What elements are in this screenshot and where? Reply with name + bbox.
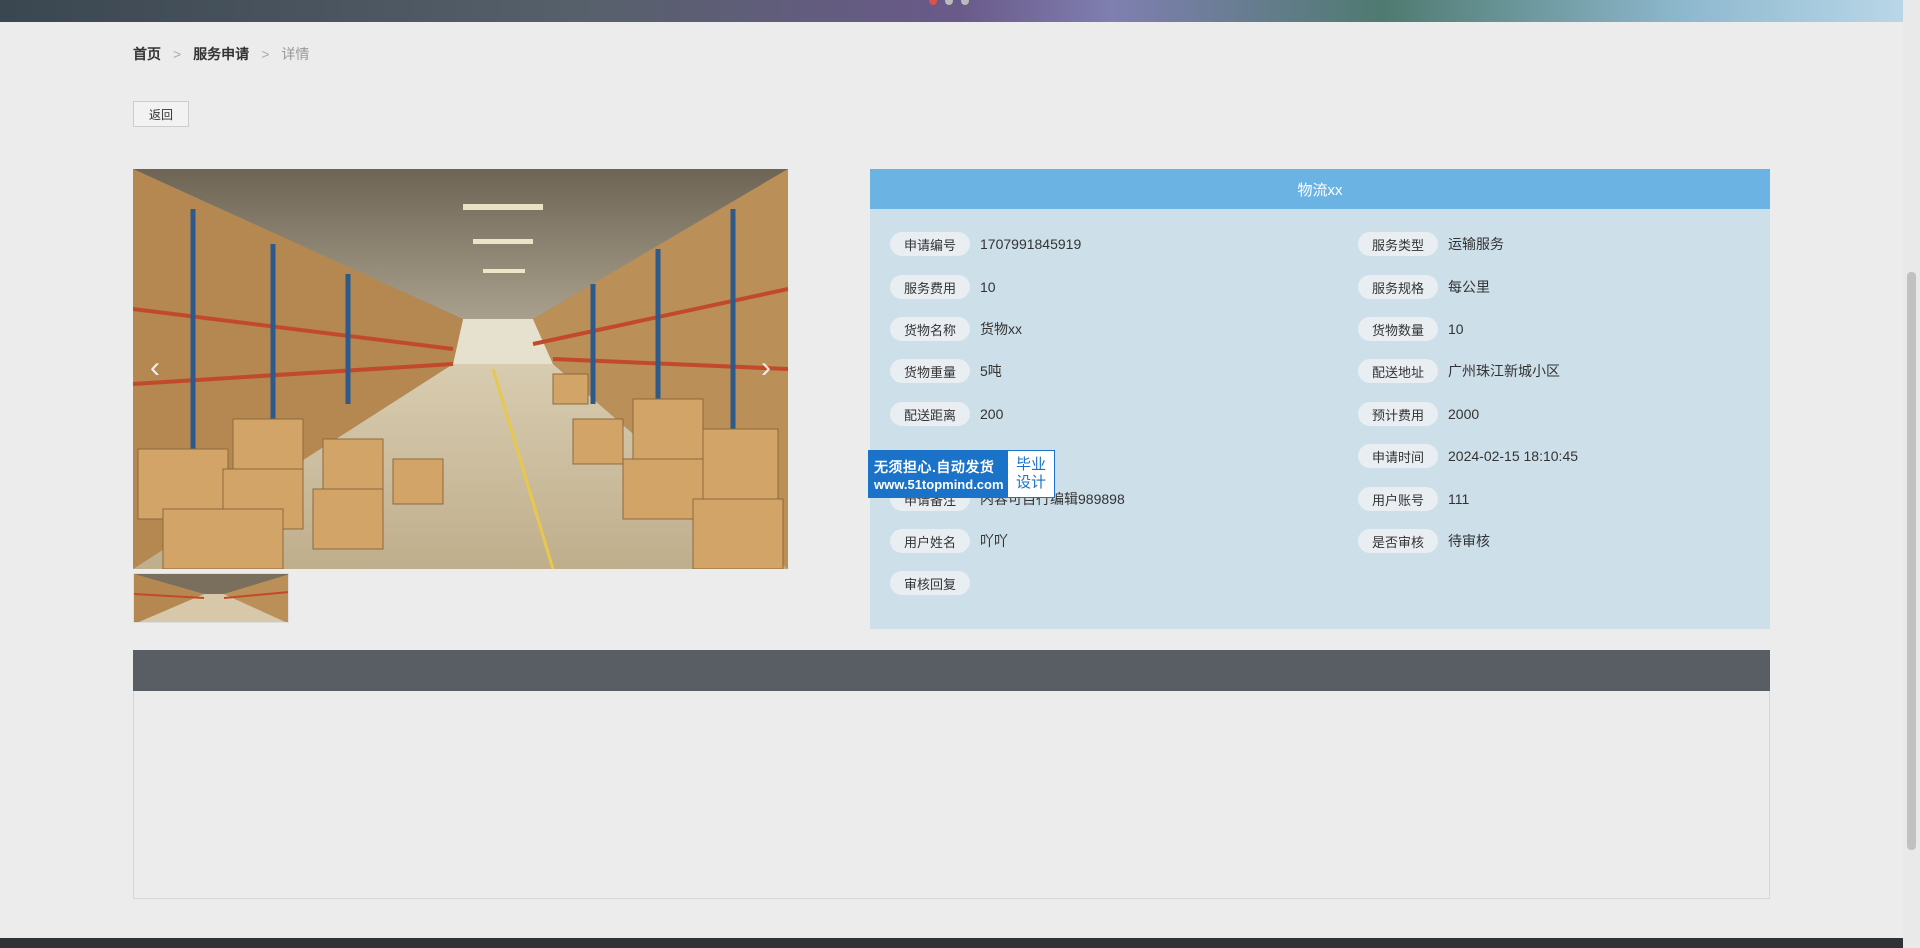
- watermark-slogan: 无须担心.自动发货: [874, 458, 995, 475]
- carousel-thumbnail[interactable]: [133, 573, 289, 623]
- field-value: 111: [1448, 491, 1470, 507]
- banner-dot-3[interactable]: [961, 0, 969, 5]
- footer-bar: [0, 938, 1920, 948]
- field-label: 审核回复: [890, 571, 971, 595]
- field-value: 1707991845919: [980, 236, 1082, 252]
- service-title: 物流xx: [870, 169, 1770, 209]
- detail-content-body: [133, 691, 1770, 899]
- field-goods-weight: 货物重量 5吨: [890, 359, 1002, 383]
- service-detail-panel: 物流xx 申请编号 1707991845919 服务类型 运输服务 服务费用 1…: [870, 169, 1770, 629]
- field-label: 服务费用: [890, 275, 971, 299]
- field-value: 10: [980, 279, 996, 295]
- watermark-text: 无须担心.自动发货 www.51topmind.com: [869, 451, 1008, 497]
- banner-dots: [929, 0, 969, 5]
- field-service-fee: 服务费用 10: [890, 275, 996, 299]
- banner-dot-1[interactable]: [929, 0, 937, 5]
- breadcrumb-current: 详情: [281, 46, 310, 62]
- back-button[interactable]: 返回: [133, 101, 189, 127]
- breadcrumb-separator: >: [173, 46, 182, 62]
- field-label: 货物名称: [890, 317, 971, 341]
- field-value: 200: [980, 406, 1004, 422]
- field-label: 服务类型: [1358, 232, 1439, 256]
- field-label: 申请时间: [1358, 444, 1439, 468]
- page-scrollbar[interactable]: [1903, 0, 1920, 948]
- breadcrumb: 首页 > 服务申请 > 详情: [133, 44, 309, 64]
- field-value: 待审核: [1448, 533, 1491, 549]
- field-value: 吖吖: [980, 533, 1009, 549]
- field-service-spec: 服务规格 每公里: [1358, 275, 1490, 299]
- field-label: 预计费用: [1358, 402, 1439, 426]
- field-apply-time: 申请时间 2024-02-15 18:10:45: [1358, 444, 1578, 468]
- detail-content-header: [133, 650, 1770, 691]
- carousel-next-button[interactable]: ›: [752, 353, 780, 383]
- field-label: 配送地址: [1358, 359, 1439, 383]
- field-label: 服务规格: [1358, 275, 1439, 299]
- field-value: 5吨: [980, 363, 1002, 379]
- warehouse-photo: [133, 169, 788, 569]
- breadcrumb-service-apply[interactable]: 服务申请: [193, 44, 249, 64]
- watermark-badge: 无须担心.自动发货 www.51topmind.com 毕业 设计: [868, 450, 1055, 498]
- field-distance: 配送距离 200: [890, 402, 1003, 426]
- field-value: 10: [1448, 321, 1464, 337]
- field-value: 每公里: [1448, 279, 1491, 295]
- field-user-name: 用户姓名 吖吖: [890, 529, 1008, 553]
- field-label: 货物数量: [1358, 317, 1439, 341]
- watermark-tag: 毕业 设计: [1008, 451, 1054, 497]
- field-value: 广州珠江新城小区: [1448, 363, 1561, 379]
- field-user-account: 用户账号 111: [1358, 487, 1469, 511]
- field-est-cost: 预计费用 2000: [1358, 402, 1479, 426]
- field-label: 申请编号: [890, 232, 971, 256]
- field-audit-status: 是否审核 待审核: [1358, 529, 1490, 553]
- field-goods-name: 货物名称 货物xx: [890, 317, 1022, 341]
- field-service-type: 服务类型 运输服务: [1358, 232, 1504, 256]
- breadcrumb-separator: >: [261, 46, 270, 62]
- warehouse-thumbnail-image: [134, 574, 288, 622]
- field-apply-no: 申请编号 1707991845919: [890, 232, 1081, 256]
- watermark-tag-line1: 毕业: [1015, 456, 1046, 473]
- field-goods-qty: 货物数量 10: [1358, 317, 1464, 341]
- image-carousel: ‹ ›: [133, 169, 788, 569]
- scrollbar-thumb[interactable]: [1907, 272, 1916, 850]
- field-label: 是否审核: [1358, 529, 1439, 553]
- field-value: 货物xx: [980, 321, 1023, 337]
- carousel-prev-button[interactable]: ‹: [141, 353, 169, 383]
- field-address: 配送地址 广州珠江新城小区: [1358, 359, 1560, 383]
- field-audit-reply: 审核回复: [890, 571, 980, 595]
- watermark-tag-line2: 设计: [1015, 474, 1046, 491]
- banner-carousel-strip: [0, 0, 1920, 22]
- watermark-url: www.51topmind.com: [874, 476, 1004, 492]
- field-label: 用户账号: [1358, 487, 1439, 511]
- field-value: 运输服务: [1448, 236, 1505, 252]
- field-value: 2024-02-15 18:10:45: [1448, 448, 1579, 464]
- banner-dot-2[interactable]: [945, 0, 953, 5]
- breadcrumb-home[interactable]: 首页: [133, 44, 161, 64]
- field-label: 用户姓名: [890, 529, 971, 553]
- field-label: 配送距离: [890, 402, 971, 426]
- field-value: 2000: [1448, 406, 1480, 422]
- field-label: 货物重量: [890, 359, 971, 383]
